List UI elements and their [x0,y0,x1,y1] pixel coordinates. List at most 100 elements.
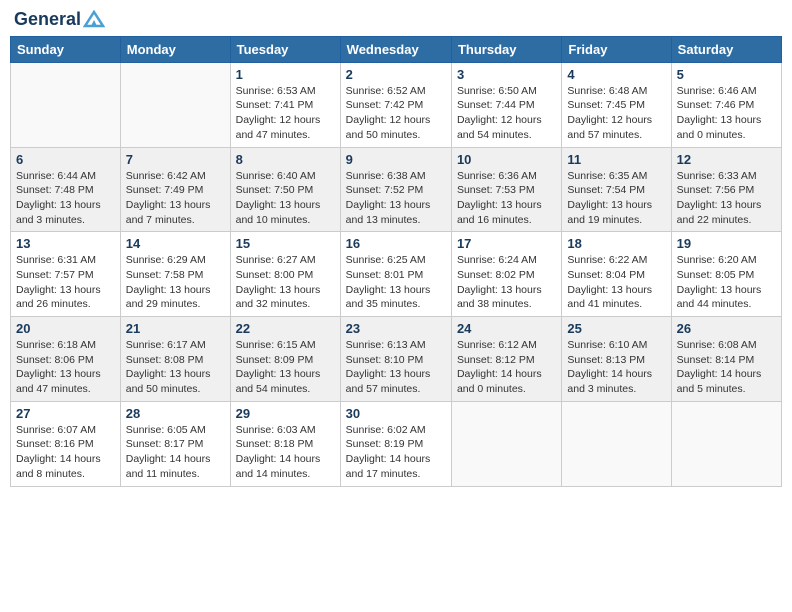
day-number: 21 [126,321,225,336]
day-info: Sunrise: 6:35 AMSunset: 7:54 PMDaylight:… [567,169,665,228]
day-number: 5 [677,67,776,82]
logo-text: General [14,10,105,30]
page-header: General [10,10,782,28]
day-number: 23 [346,321,446,336]
day-number: 15 [236,236,335,251]
day-info: Sunrise: 6:15 AMSunset: 8:09 PMDaylight:… [236,338,335,397]
day-info: Sunrise: 6:12 AMSunset: 8:12 PMDaylight:… [457,338,556,397]
day-cell [120,62,230,147]
day-number: 11 [567,152,665,167]
day-number: 6 [16,152,115,167]
day-info: Sunrise: 6:08 AMSunset: 8:14 PMDaylight:… [677,338,776,397]
day-cell: 24 Sunrise: 6:12 AMSunset: 8:12 PMDayligh… [451,317,561,402]
col-header-thursday: Thursday [451,36,561,62]
day-info: Sunrise: 6:36 AMSunset: 7:53 PMDaylight:… [457,169,556,228]
day-cell: 17 Sunrise: 6:24 AMSunset: 8:02 PMDayligh… [451,232,561,317]
day-number: 3 [457,67,556,82]
day-cell: 15Sunrise: 6:27 AMSunset: 8:00 PMDayligh… [230,232,340,317]
day-info: Sunrise: 6:44 AMSunset: 7:48 PMDaylight:… [16,169,115,228]
day-cell: 3 Sunrise: 6:50 AMSunset: 7:44 PMDaylight… [451,62,561,147]
col-header-monday: Monday [120,36,230,62]
day-info: Sunrise: 6:29 AMSunset: 7:58 PMDaylight:… [126,253,225,312]
day-cell: 5 Sunrise: 6:46 AMSunset: 7:46 PMDaylight… [671,62,781,147]
day-info: Sunrise: 6:25 AMSunset: 8:01 PMDaylight:… [346,253,446,312]
day-cell: 1 Sunrise: 6:53 AMSunset: 7:41 PMDaylight… [230,62,340,147]
calendar-header-row: SundayMondayTuesdayWednesdayThursdayFrid… [11,36,782,62]
day-info: Sunrise: 6:50 AMSunset: 7:44 PMDaylight:… [457,84,556,143]
day-cell: 13Sunrise: 6:31 AMSunset: 7:57 PMDayligh… [11,232,121,317]
day-cell: 27 Sunrise: 6:07 AMSunset: 8:16 PMDayligh… [11,401,121,486]
day-info: Sunrise: 6:17 AMSunset: 8:08 PMDaylight:… [126,338,225,397]
day-info: Sunrise: 6:48 AMSunset: 7:45 PMDaylight:… [567,84,665,143]
day-cell: 11 Sunrise: 6:35 AMSunset: 7:54 PMDayligh… [562,147,671,232]
day-cell: 2 Sunrise: 6:52 AMSunset: 7:42 PMDaylight… [340,62,451,147]
col-header-tuesday: Tuesday [230,36,340,62]
day-info: Sunrise: 6:53 AMSunset: 7:41 PMDaylight:… [236,84,335,143]
day-info: Sunrise: 6:24 AMSunset: 8:02 PMDaylight:… [457,253,556,312]
week-row-1: 1 Sunrise: 6:53 AMSunset: 7:41 PMDaylight… [11,62,782,147]
day-cell: 14 Sunrise: 6:29 AMSunset: 7:58 PMDayligh… [120,232,230,317]
day-info: Sunrise: 6:33 AMSunset: 7:56 PMDaylight:… [677,169,776,228]
col-header-wednesday: Wednesday [340,36,451,62]
day-info: Sunrise: 6:07 AMSunset: 8:16 PMDaylight:… [16,423,115,482]
day-number: 9 [346,152,446,167]
day-info: Sunrise: 6:18 AMSunset: 8:06 PMDaylight:… [16,338,115,397]
day-info: Sunrise: 6:31 AMSunset: 7:57 PMDaylight:… [16,253,115,312]
day-cell: 12 Sunrise: 6:33 AMSunset: 7:56 PMDayligh… [671,147,781,232]
day-cell: 22 Sunrise: 6:15 AMSunset: 8:09 PMDayligh… [230,317,340,402]
day-number: 1 [236,67,335,82]
week-row-5: 27 Sunrise: 6:07 AMSunset: 8:16 PMDayligh… [11,401,782,486]
day-number: 16 [346,236,446,251]
day-cell: 25Sunrise: 6:10 AMSunset: 8:13 PMDayligh… [562,317,671,402]
day-info: Sunrise: 6:13 AMSunset: 8:10 PMDaylight:… [346,338,446,397]
calendar-table: SundayMondayTuesdayWednesdayThursdayFrid… [10,36,782,487]
day-number: 28 [126,406,225,421]
col-header-sunday: Sunday [11,36,121,62]
day-number: 8 [236,152,335,167]
day-number: 14 [126,236,225,251]
day-number: 29 [236,406,335,421]
day-number: 18 [567,236,665,251]
day-cell [11,62,121,147]
day-info: Sunrise: 6:10 AMSunset: 8:13 PMDaylight:… [567,338,665,397]
day-info: Sunrise: 6:46 AMSunset: 7:46 PMDaylight:… [677,84,776,143]
logo-icon [83,10,105,28]
day-cell: 18 Sunrise: 6:22 AMSunset: 8:04 PMDayligh… [562,232,671,317]
day-cell: 21 Sunrise: 6:17 AMSunset: 8:08 PMDayligh… [120,317,230,402]
day-info: Sunrise: 6:03 AMSunset: 8:18 PMDaylight:… [236,423,335,482]
day-number: 12 [677,152,776,167]
day-cell: 19Sunrise: 6:20 AMSunset: 8:05 PMDayligh… [671,232,781,317]
day-number: 19 [677,236,776,251]
day-info: Sunrise: 6:05 AMSunset: 8:17 PMDaylight:… [126,423,225,482]
day-cell [562,401,671,486]
day-cell: 23 Sunrise: 6:13 AMSunset: 8:10 PMDayligh… [340,317,451,402]
day-number: 30 [346,406,446,421]
day-cell: 20 Sunrise: 6:18 AMSunset: 8:06 PMDayligh… [11,317,121,402]
day-cell: 29 Sunrise: 6:03 AMSunset: 8:18 PMDayligh… [230,401,340,486]
day-number: 27 [16,406,115,421]
day-number: 24 [457,321,556,336]
day-number: 10 [457,152,556,167]
col-header-saturday: Saturday [671,36,781,62]
day-cell: 6 Sunrise: 6:44 AMSunset: 7:48 PMDaylight… [11,147,121,232]
day-info: Sunrise: 6:22 AMSunset: 8:04 PMDaylight:… [567,253,665,312]
day-cell: 8Sunrise: 6:40 AMSunset: 7:50 PMDaylight… [230,147,340,232]
week-row-2: 6 Sunrise: 6:44 AMSunset: 7:48 PMDaylight… [11,147,782,232]
day-number: 7 [126,152,225,167]
day-number: 22 [236,321,335,336]
week-row-4: 20 Sunrise: 6:18 AMSunset: 8:06 PMDayligh… [11,317,782,402]
day-number: 17 [457,236,556,251]
day-info: Sunrise: 6:52 AMSunset: 7:42 PMDaylight:… [346,84,446,143]
day-cell: 30Sunrise: 6:02 AMSunset: 8:19 PMDayligh… [340,401,451,486]
day-cell: 4Sunrise: 6:48 AMSunset: 7:45 PMDaylight… [562,62,671,147]
day-number: 20 [16,321,115,336]
day-cell: 7Sunrise: 6:42 AMSunset: 7:49 PMDaylight… [120,147,230,232]
col-header-friday: Friday [562,36,671,62]
day-cell: 16 Sunrise: 6:25 AMSunset: 8:01 PMDayligh… [340,232,451,317]
day-cell: 10 Sunrise: 6:36 AMSunset: 7:53 PMDayligh… [451,147,561,232]
day-cell [671,401,781,486]
day-number: 26 [677,321,776,336]
day-number: 2 [346,67,446,82]
day-cell: 9Sunrise: 6:38 AMSunset: 7:52 PMDaylight… [340,147,451,232]
day-cell: 26 Sunrise: 6:08 AMSunset: 8:14 PMDayligh… [671,317,781,402]
